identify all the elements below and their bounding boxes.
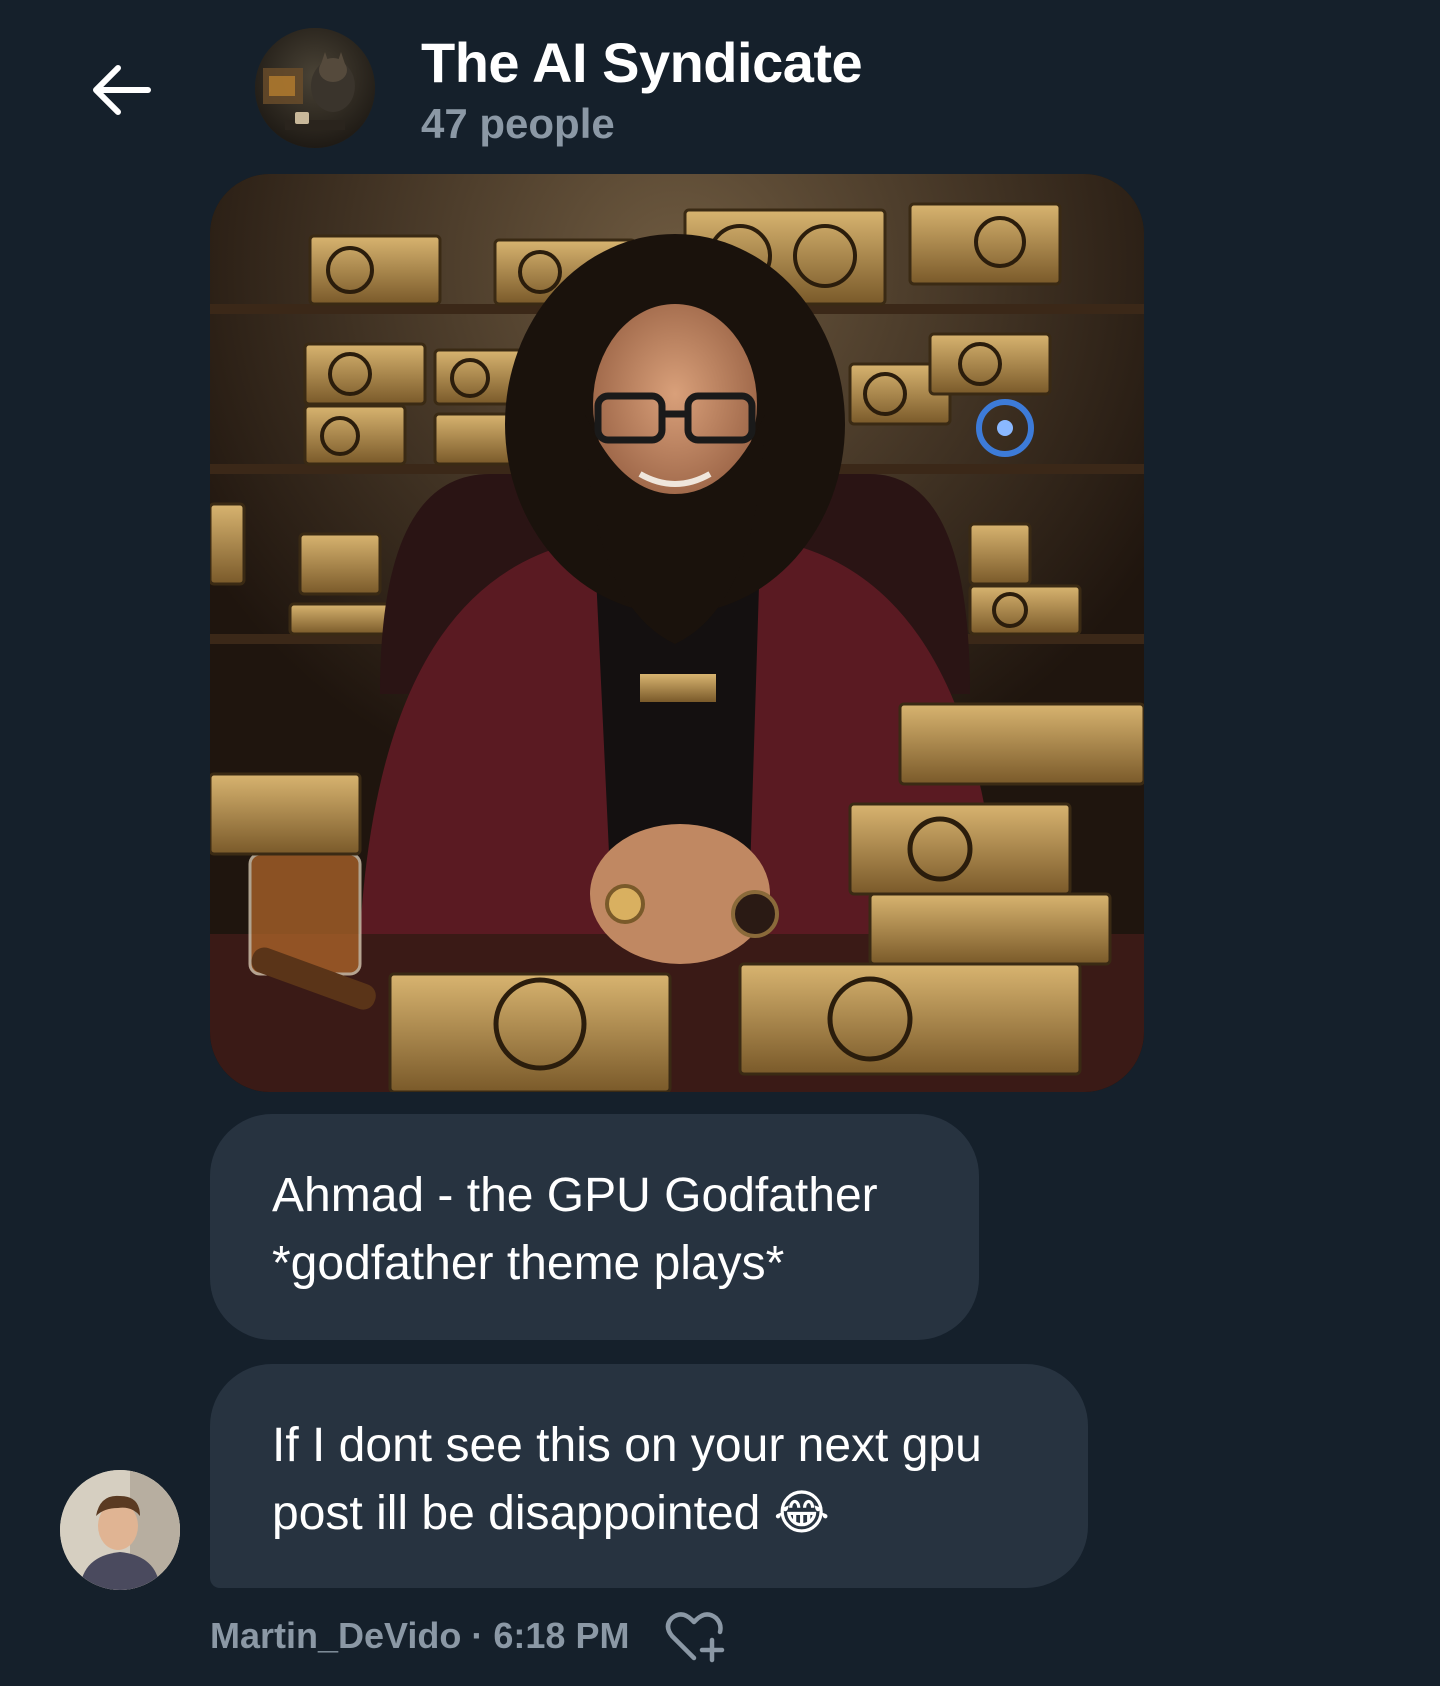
message-meta: Martin_DeVido · 6:18 PM [210, 1608, 629, 1664]
message-timestamp: 6:18 PM [493, 1615, 630, 1656]
message-bubble[interactable]: Ahmad - the GPU Godfather *godfather the… [210, 1114, 979, 1340]
sender-avatar-image [60, 1470, 180, 1590]
arrow-left-icon [93, 65, 151, 115]
back-button[interactable] [78, 52, 164, 128]
message-line: *godfather theme plays* [272, 1237, 785, 1290]
message-bubble[interactable]: If I dont see this on your next gpu post… [210, 1364, 1088, 1588]
message-text: If I dont see this on your next gpu post… [272, 1412, 982, 1548]
member-count[interactable]: 47 people [421, 100, 615, 148]
heart-plus-icon [665, 1612, 725, 1663]
image-message[interactable] [210, 174, 1144, 1092]
conversation-header: The AI Syndicate 47 people [0, 0, 1440, 160]
generated-image [210, 174, 1144, 1092]
message-line: If I dont see this on your next gpu [272, 1419, 982, 1472]
sender-name[interactable]: Martin_DeVido [210, 1615, 461, 1657]
message-text: Ahmad - the GPU Godfather *godfather the… [272, 1162, 878, 1298]
conversation-title[interactable]: The AI Syndicate [421, 30, 863, 95]
sender-avatar[interactable] [60, 1470, 180, 1590]
group-avatar[interactable] [255, 28, 375, 148]
meta-separator: · [471, 1615, 484, 1656]
message-line: post ill be disappointed 😂 [272, 1487, 830, 1540]
group-avatar-image [255, 28, 375, 148]
message-line: Ahmad - the GPU Godfather [272, 1169, 878, 1222]
add-reaction-button[interactable] [664, 1608, 728, 1664]
